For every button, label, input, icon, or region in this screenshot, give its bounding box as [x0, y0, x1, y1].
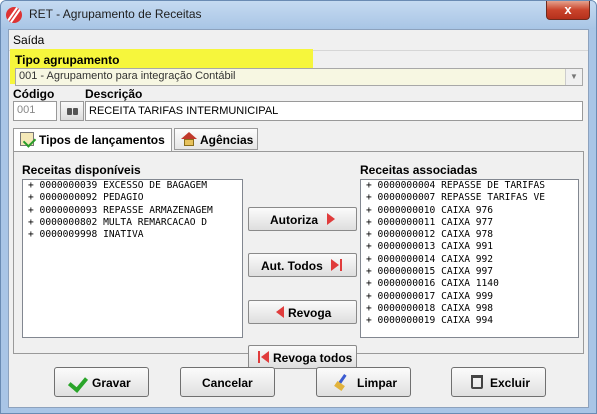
list-item[interactable]: + 0000000018 CAIXA 998 [361, 303, 578, 315]
arrow-bar-icon [258, 351, 260, 363]
gravar-label: Gravar [92, 376, 131, 390]
cancelar-button[interactable]: Cancelar [180, 367, 275, 397]
arrow-right-icon [331, 259, 339, 271]
autoriza-label: Autoriza [270, 213, 318, 227]
list-item[interactable]: + 0000000017 CAIXA 999 [361, 291, 578, 303]
app-logo-icon [6, 7, 22, 23]
chevron-down-icon[interactable]: ▼ [565, 69, 582, 85]
gravar-button[interactable]: Gravar [54, 367, 149, 397]
tipo-agrupamento-select[interactable]: 001 - Agrupamento para integração Contáb… [15, 68, 583, 86]
receitas-associadas-label: Receitas associadas [360, 163, 478, 177]
limpar-label: Limpar [357, 376, 398, 390]
list-item[interactable]: + 0000000015 CAIXA 997 [361, 266, 578, 278]
trash-icon [471, 375, 483, 389]
list-item[interactable]: + 0000000039 EXCESSO DE BAGAGEM [23, 180, 242, 192]
descricao-label: Descrição [85, 87, 143, 101]
revoga-label: Revoga [288, 306, 332, 320]
list-item[interactable]: + 0000000004 REPASSE DE TARIFAS [361, 180, 578, 192]
arrow-left-icon [276, 306, 284, 318]
window-title: RET - Agrupamento de Receitas [29, 7, 202, 21]
excluir-button[interactable]: Excluir [451, 367, 546, 397]
limpar-button[interactable]: Limpar [316, 367, 411, 397]
descricao-field[interactable]: RECEITA TARIFAS INTERMUNICIPAL [85, 101, 583, 121]
aut-todos-label: Aut. Todos [261, 259, 323, 273]
house-icon [181, 132, 197, 146]
receitas-disponiveis-label: Receitas disponíveis [22, 163, 141, 177]
cancelar-label: Cancelar [202, 376, 253, 390]
revoga-todos-label: Revoga todos [273, 351, 353, 365]
arrow-left-icon [261, 351, 269, 363]
aut-todos-button[interactable]: Aut. Todos [248, 253, 357, 277]
codigo-label: Código [13, 87, 55, 101]
tipo-agrupamento-value: 001 - Agrupamento para integração Contáb… [19, 70, 236, 82]
list-item[interactable]: + 0000000012 CAIXA 978 [361, 229, 578, 241]
tab-label: Tipos de lançamentos [39, 133, 165, 147]
list-item[interactable]: + 0000000010 CAIXA 976 [361, 205, 578, 217]
arrow-right-icon [327, 213, 335, 225]
receitas-associadas-list[interactable]: + 0000000004 REPASSE DE TARIFAS + 000000… [360, 179, 579, 338]
list-item[interactable]: + 0000000014 CAIXA 992 [361, 254, 578, 266]
list-item[interactable]: + 0000000019 CAIXA 994 [361, 315, 578, 327]
checkmark-icon [67, 372, 89, 393]
menu-item-saida[interactable]: Saída [13, 33, 44, 47]
tab-tipos-lancamentos[interactable]: Tipos de lançamentos [13, 128, 172, 152]
tipo-agrupamento-label: Tipo agrupamento [15, 53, 120, 67]
list-item[interactable]: + 0000009998 INATIVA [23, 229, 242, 241]
broom-icon [335, 374, 349, 390]
title-bar[interactable]: RET - Agrupamento de Receitas x [1, 1, 596, 29]
menu-bar: Saída [9, 30, 588, 51]
binoculars-icon [67, 108, 78, 115]
tab-agencias[interactable]: Agências [174, 128, 258, 150]
list-item[interactable]: + 0000000802 MULTA REMARCACAO D [23, 217, 242, 229]
close-button[interactable]: x [546, 1, 590, 20]
list-item[interactable]: + 0000000011 CAIXA 977 [361, 217, 578, 229]
list-item[interactable]: + 0000000013 CAIXA 991 [361, 241, 578, 253]
codigo-field[interactable]: 001 [13, 101, 57, 121]
tab-panel: Receitas disponíveis Receitas associadas… [13, 151, 584, 369]
excluir-label: Excluir [490, 376, 531, 390]
revoga-todos-button[interactable]: Revoga todos [248, 345, 357, 369]
tab-label: Agências [200, 133, 254, 147]
arrow-bar-icon [340, 259, 342, 271]
clipboard-check-icon [20, 132, 34, 146]
list-item[interactable]: + 0000000016 CAIXA 1140 [361, 278, 578, 290]
autoriza-button[interactable]: Autoriza [248, 207, 357, 231]
app-window: RET - Agrupamento de Receitas x Saída Ti… [0, 0, 597, 414]
search-button[interactable] [60, 101, 84, 121]
receitas-disponiveis-list[interactable]: + 0000000039 EXCESSO DE BAGAGEM + 000000… [22, 179, 243, 338]
list-item[interactable]: + 0000000093 REPASSE ARMAZENAGEM [23, 205, 242, 217]
revoga-button[interactable]: Revoga [248, 300, 357, 324]
list-item[interactable]: + 0000000092 PEDAGIO [23, 192, 242, 204]
list-item[interactable]: + 0000000007 REPASSE TARIFAS VE [361, 192, 578, 204]
client-area: Saída Tipo agrupamento 001 - Agrupamento… [8, 29, 589, 408]
